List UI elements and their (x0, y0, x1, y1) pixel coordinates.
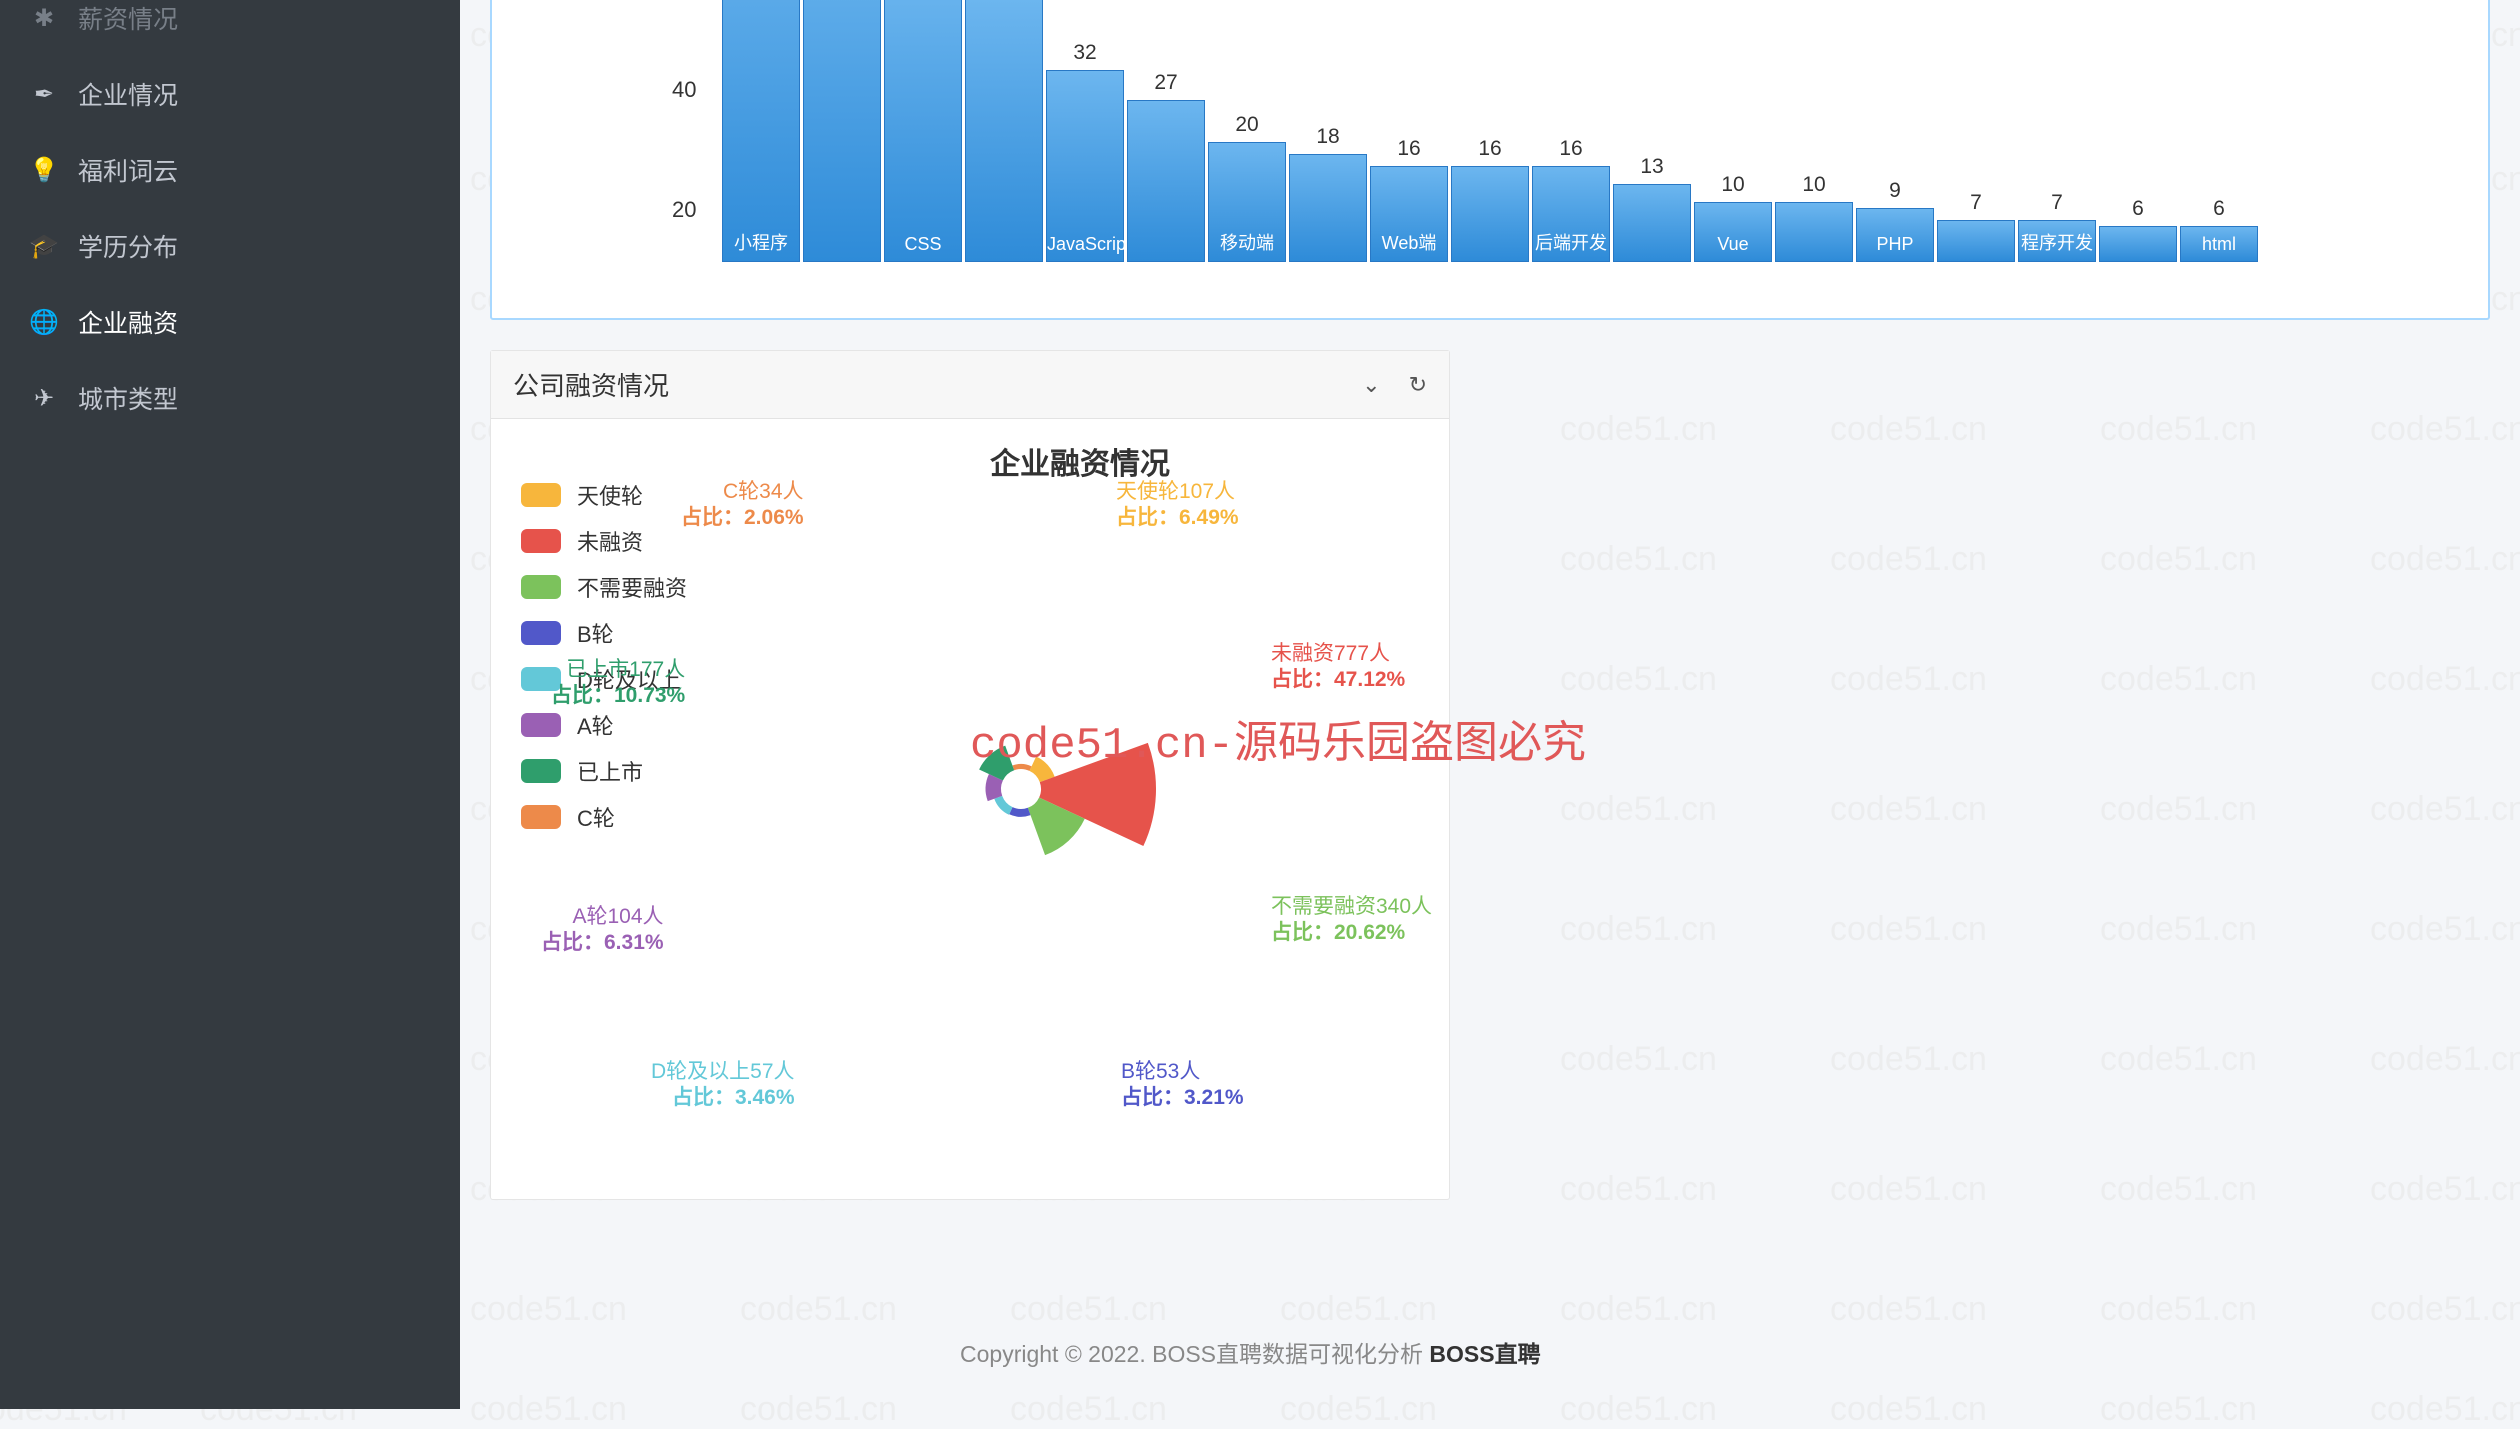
legend-swatch (521, 621, 561, 645)
legend-swatch (521, 575, 561, 599)
bulb-icon: 💡 (30, 156, 58, 184)
callout-d-plus: D轮及以上57人 占比：3.46% (651, 1059, 795, 1112)
pie-slice (1009, 807, 1030, 817)
y-tick: 20 (672, 197, 696, 223)
bar: 32JavaScript (1046, 70, 1124, 262)
legend-item[interactable]: 天使轮 (521, 479, 687, 511)
legend-label: 未融资 (577, 525, 643, 557)
sidebar-item-label: 企业情况 (78, 76, 178, 112)
bar: 7程序开发 (2018, 220, 2096, 262)
refresh-icon[interactable]: ↻ (1409, 372, 1427, 398)
footer-copyright: Copyright © 2022. BOSS直聘数据可视化分析 (960, 1341, 1429, 1367)
sidebar-item-city[interactable]: ✈ 城市类型 (0, 360, 460, 436)
legend-item[interactable]: 已上市 (521, 755, 687, 787)
pie-body: 企业融资情况 天使轮未融资不需要融资B轮D轮及以上A轮已上市C轮 C轮34人 占… (491, 419, 1449, 1199)
legend-item[interactable]: 未融资 (521, 525, 687, 557)
sidebar-item-label: 城市类型 (78, 380, 178, 416)
bar: 6html (2180, 226, 2258, 262)
bar: 10Vue (1694, 202, 1772, 262)
bar: 9PHP (1856, 208, 1934, 262)
legend-label: 天使轮 (577, 479, 643, 511)
bar: 13 (1613, 184, 1691, 262)
legend-label: C轮 (577, 801, 615, 833)
bar: 27 (1127, 100, 1205, 262)
legend-item[interactable]: A轮 (521, 709, 687, 741)
watermark-center: code51.cn-源码乐园盗图必究 (970, 706, 1586, 771)
sidebar-item-label: 学历分布 (78, 228, 178, 264)
sidebar-item-funding[interactable]: 🌐 企业融资 (0, 284, 460, 360)
bar: 58 (803, 0, 881, 262)
card-header: 公司融资情况 ⌄ ↻ (491, 351, 1449, 419)
legend-label: 已上市 (577, 755, 643, 787)
card-title: 公司融资情况 (513, 366, 669, 403)
bar-group: 62小程序5848CSS4432JavaScript2720移动端1816Web… (722, 0, 2258, 262)
sidebar-item-company[interactable]: ✒ 企业情况 (0, 56, 460, 132)
bar: 62小程序 (722, 0, 800, 262)
legend-item[interactable]: 不需要融资 (521, 571, 687, 603)
pie-title: 企业融资情况 (731, 439, 1429, 483)
bar: 7 (1937, 220, 2015, 262)
sidebar-item-salary[interactable]: ✱ 薪资情况 (0, 0, 460, 56)
bar: 48CSS (884, 0, 962, 262)
legend-label: B轮 (577, 617, 614, 649)
sidebar-item-label: 企业融资 (78, 304, 178, 340)
legend-swatch (521, 805, 561, 829)
pie-chart-card: 公司融资情况 ⌄ ↻ 企业融资情况 天使轮未融资不需要融资B轮D轮及以上A轮已上… (490, 350, 1450, 1200)
globe-icon: 🌐 (30, 308, 58, 336)
graduation-icon: 🎓 (30, 232, 58, 260)
collapse-icon[interactable]: ⌄ (1362, 372, 1380, 398)
sidebar-item-welfare[interactable]: 💡 福利词云 (0, 132, 460, 208)
callout-listed: 已上市177人 占比：10.73% (551, 657, 685, 710)
legend-item[interactable]: C轮 (521, 801, 687, 833)
footer-brand: BOSS直聘 (1429, 1341, 1540, 1367)
legend-label: 不需要融资 (577, 571, 687, 603)
footer: Copyright © 2022. BOSS直聘数据可视化分析 BOSS直聘 (960, 1335, 1541, 1369)
y-tick: 40 (672, 77, 696, 103)
sidebar: ✱ 薪资情况 ✒ 企业情况 💡 福利词云 🎓 学历分布 🌐 企业融资 ✈ 城市类… (0, 0, 460, 1409)
main-content: 20 40 62小程序5848CSS4432JavaScript2720移动端1… (460, 0, 2520, 1409)
plane-icon: ✈ (30, 384, 58, 412)
bar: 16后端开发 (1532, 166, 1610, 262)
bar: 16 (1451, 166, 1529, 262)
callout-c-round: C轮34人 占比：2.06% (681, 479, 804, 532)
callout-no-need: 不需要融资340人 占比：20.62% (1271, 894, 1432, 947)
legend-swatch (521, 483, 561, 507)
sidebar-item-education[interactable]: 🎓 学历分布 (0, 208, 460, 284)
bar: 20移动端 (1208, 142, 1286, 262)
legend-label: A轮 (577, 709, 614, 741)
bar: 6 (2099, 226, 2177, 262)
callout-b-round: B轮53人 占比：3.21% (1121, 1059, 1244, 1112)
bar: 10 (1775, 202, 1853, 262)
bar: 16Web端 (1370, 166, 1448, 262)
bar-chart-card: 20 40 62小程序5848CSS4432JavaScript2720移动端1… (490, 0, 2490, 320)
bar: 44 (965, 0, 1043, 262)
star-icon: ✱ (30, 4, 58, 32)
callout-angel: 天使轮107人 占比：6.49% (1116, 479, 1239, 532)
callout-no-fund: 未融资777人 占比：47.12% (1271, 641, 1405, 694)
legend-swatch (521, 529, 561, 553)
sidebar-item-label: 薪资情况 (78, 0, 178, 36)
legend-swatch (521, 713, 561, 737)
bar: 18 (1289, 154, 1367, 262)
sidebar-item-label: 福利词云 (78, 152, 178, 188)
bar-chart: 20 40 62小程序5848CSS4432JavaScript2720移动端1… (722, 2, 2422, 312)
legend-item[interactable]: B轮 (521, 617, 687, 649)
feather-icon: ✒ (30, 80, 58, 108)
legend-swatch (521, 759, 561, 783)
callout-a-round: A轮104人 占比：6.31% (541, 904, 664, 957)
